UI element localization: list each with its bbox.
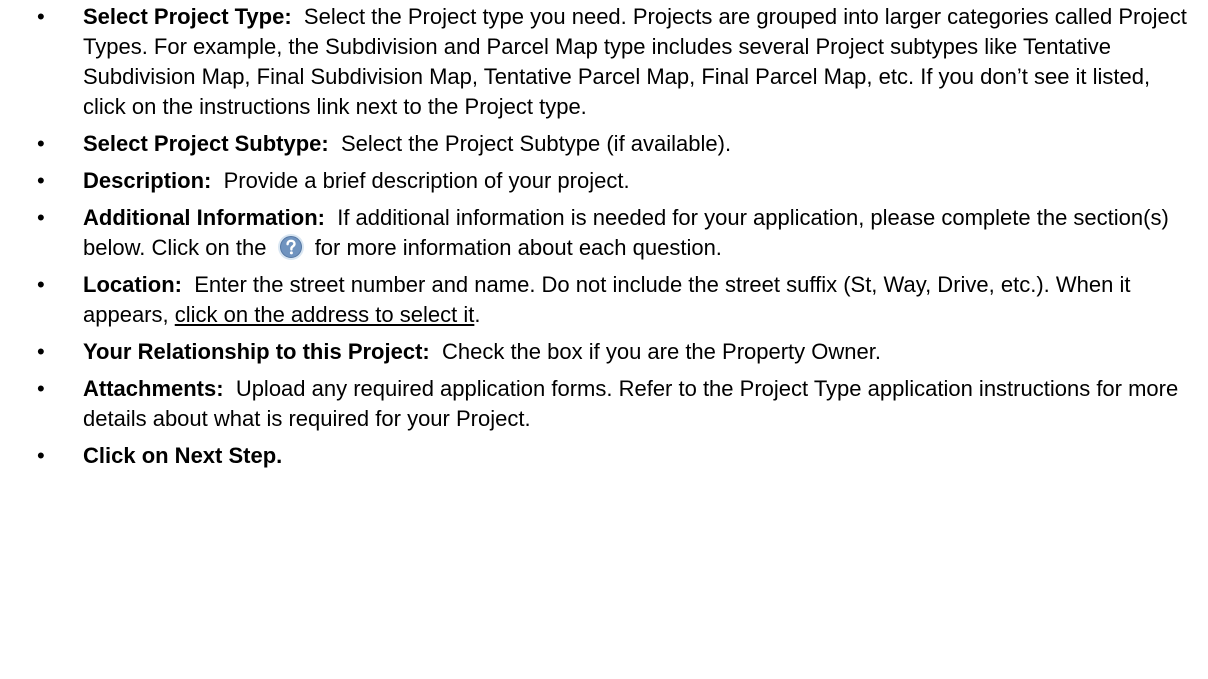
bullet-icon: • xyxy=(37,205,45,230)
list-item-relationship: • Your Relationship to this Project: Che… xyxy=(35,337,1196,367)
term-next-step: Click on Next Step. xyxy=(83,443,283,468)
text-relationship: Check the box if you are the Property Ow… xyxy=(441,339,881,364)
term-location: Location: xyxy=(83,272,182,297)
term-additional-information: Additional Information: xyxy=(83,205,325,230)
bullet-icon: • xyxy=(37,272,45,297)
term-select-project-subtype: Select Project Subtype: xyxy=(83,131,329,156)
text-select-project-subtype: Select the Project Subtype (if available… xyxy=(340,131,732,156)
term-relationship: Your Relationship to this Project: xyxy=(83,339,430,364)
underlined-address-instruction: click on the address to select it xyxy=(174,302,475,327)
text-location-after: . xyxy=(474,302,481,327)
text-additional-information-after: for more information about each question… xyxy=(314,235,722,260)
term-select-project-type: Select Project Type: xyxy=(83,4,292,29)
bullet-icon: • xyxy=(37,339,45,364)
bullet-icon: • xyxy=(37,443,45,468)
list-item-attachments: • Attachments: Upload any required appli… xyxy=(35,374,1196,434)
list-item-additional-information: • Additional Information: If additional … xyxy=(35,203,1196,263)
bullet-icon: • xyxy=(37,168,45,193)
term-attachments: Attachments: xyxy=(83,376,224,401)
list-item-description: • Description: Provide a brief descripti… xyxy=(35,166,1196,196)
list-item-location: • Location: Enter the street number and … xyxy=(35,270,1196,330)
bullet-icon: • xyxy=(37,4,45,29)
list-item-select-project-subtype: • Select Project Subtype: Select the Pro… xyxy=(35,129,1196,159)
instructions-page: • Select Project Type: Select the Projec… xyxy=(0,0,1208,679)
help-question-icon xyxy=(277,233,305,261)
term-description: Description: xyxy=(83,168,212,193)
text-description: Provide a brief description of your proj… xyxy=(223,168,630,193)
bullet-icon: • xyxy=(37,131,45,156)
bullet-icon: • xyxy=(37,376,45,401)
list-item-next-step: • Click on Next Step. xyxy=(35,441,1196,471)
list-item-select-project-type: • Select Project Type: Select the Projec… xyxy=(35,2,1196,122)
instruction-list: • Select Project Type: Select the Projec… xyxy=(35,2,1196,471)
text-attachments: Upload any required application forms. R… xyxy=(83,376,1179,431)
